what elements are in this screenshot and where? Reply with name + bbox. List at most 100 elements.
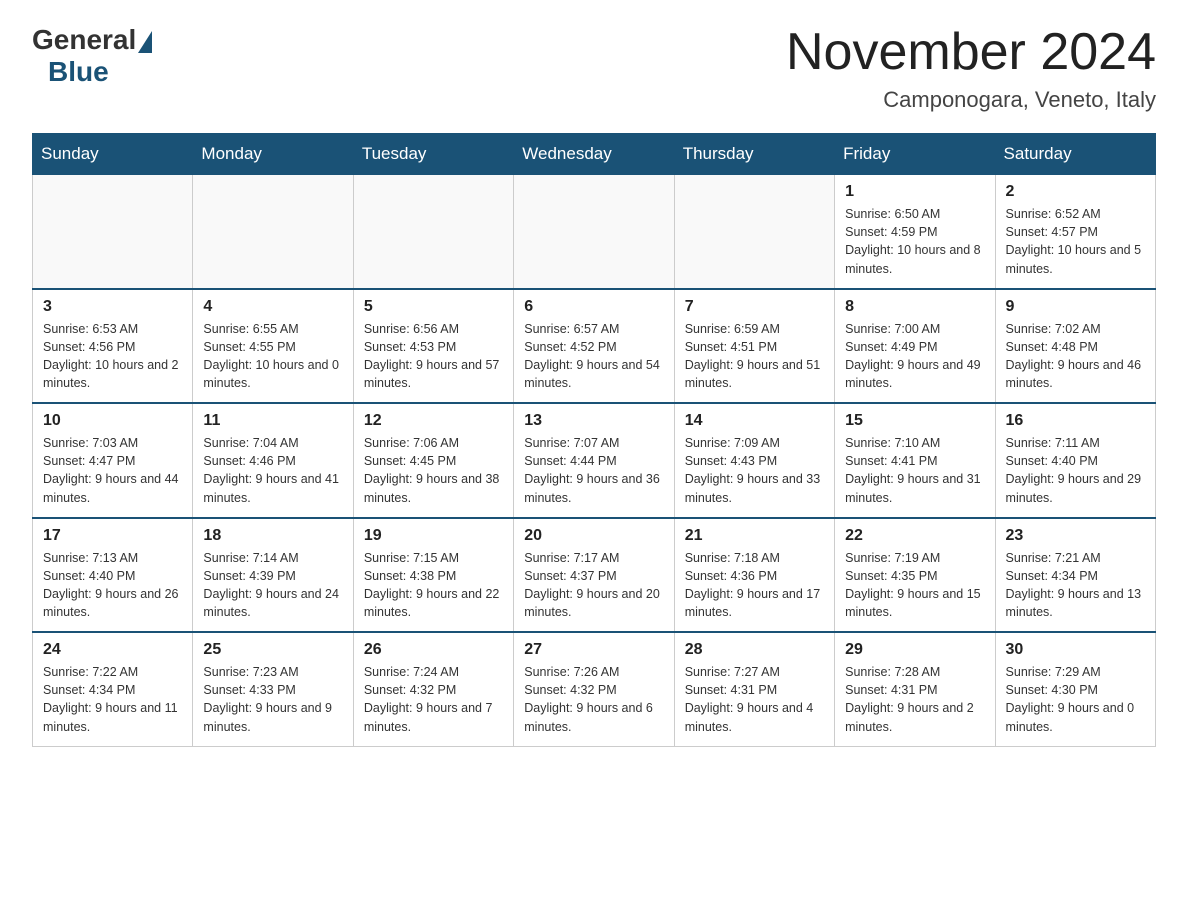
logo-triangle-icon <box>138 31 152 53</box>
calendar-cell: 22 Sunrise: 7:19 AMSunset: 4:35 PMDayligh… <box>835 518 995 633</box>
day-number: 30 <box>1006 641 1145 659</box>
logo-general-text: General <box>32 24 136 56</box>
calendar-cell: 16Sunrise: 7:11 AMSunset: 4:40 PMDayligh… <box>995 403 1155 518</box>
calendar-cell: 28 Sunrise: 7:27 AMSunset: 4:31 PMDayligh… <box>674 632 834 746</box>
day-number: 22 <box>845 527 984 545</box>
calendar-cell: 24 Sunrise: 7:22 AMSunset: 4:34 PMDayligh… <box>33 632 193 746</box>
calendar-cell: 23Sunrise: 7:21 AMSunset: 4:34 PMDayligh… <box>995 518 1155 633</box>
calendar-cell <box>193 175 353 289</box>
day-number: 27 <box>524 641 663 659</box>
sun-info: Sunrise: 7:17 AMSunset: 4:37 PMDaylight:… <box>524 549 663 622</box>
sun-info: Sunrise: 6:59 AMSunset: 4:51 PMDaylight:… <box>685 320 824 393</box>
sun-info: Sunrise: 7:27 AMSunset: 4:31 PMDaylight:… <box>685 663 824 736</box>
weekday-header-sunday: Sunday <box>33 134 193 175</box>
calendar-cell: 17 Sunrise: 7:13 AMSunset: 4:40 PMDayligh… <box>33 518 193 633</box>
page-header: General Blue November 2024 Camponogara, … <box>32 24 1156 113</box>
sun-info: Sunrise: 7:14 AMSunset: 4:39 PMDaylight:… <box>203 549 342 622</box>
sun-info: Sunrise: 7:13 AMSunset: 4:40 PMDaylight:… <box>43 549 182 622</box>
calendar-week-3: 10 Sunrise: 7:03 AMSunset: 4:47 PMDayligh… <box>33 403 1156 518</box>
day-number: 4 <box>203 298 342 316</box>
day-number: 28 <box>685 641 824 659</box>
weekday-header-saturday: Saturday <box>995 134 1155 175</box>
day-number: 15 <box>845 412 984 430</box>
calendar-cell: 2 Sunrise: 6:52 AMSunset: 4:57 PMDaylight… <box>995 175 1155 289</box>
day-number: 23 <box>1006 527 1145 545</box>
calendar-cell: 8 Sunrise: 7:00 AMSunset: 4:49 PMDaylight… <box>835 289 995 404</box>
calendar-cell: 6 Sunrise: 6:57 AMSunset: 4:52 PMDaylight… <box>514 289 674 404</box>
day-number: 8 <box>845 298 984 316</box>
day-number: 19 <box>364 527 503 545</box>
day-number: 25 <box>203 641 342 659</box>
day-number: 5 <box>364 298 503 316</box>
calendar-cell <box>514 175 674 289</box>
sun-info: Sunrise: 6:52 AMSunset: 4:57 PMDaylight:… <box>1006 205 1145 278</box>
sun-info: Sunrise: 7:22 AMSunset: 4:34 PMDaylight:… <box>43 663 182 736</box>
calendar-cell: 19 Sunrise: 7:15 AMSunset: 4:38 PMDayligh… <box>353 518 513 633</box>
sun-info: Sunrise: 7:26 AMSunset: 4:32 PMDaylight:… <box>524 663 663 736</box>
calendar-cell: 3 Sunrise: 6:53 AMSunset: 4:56 PMDaylight… <box>33 289 193 404</box>
day-number: 26 <box>364 641 503 659</box>
weekday-header-row: SundayMondayTuesdayWednesdayThursdayFrid… <box>33 134 1156 175</box>
day-number: 7 <box>685 298 824 316</box>
sun-info: Sunrise: 6:53 AMSunset: 4:56 PMDaylight:… <box>43 320 182 393</box>
calendar-cell: 4 Sunrise: 6:55 AMSunset: 4:55 PMDaylight… <box>193 289 353 404</box>
day-number: 10 <box>43 412 182 430</box>
weekday-header-tuesday: Tuesday <box>353 134 513 175</box>
sun-info: Sunrise: 7:28 AMSunset: 4:31 PMDaylight:… <box>845 663 984 736</box>
calendar-cell: 30 Sunrise: 7:29 AMSunset: 4:30 PMDayligh… <box>995 632 1155 746</box>
sun-info: Sunrise: 7:24 AMSunset: 4:32 PMDaylight:… <box>364 663 503 736</box>
calendar-cell: 5Sunrise: 6:56 AMSunset: 4:53 PMDaylight… <box>353 289 513 404</box>
sun-info: Sunrise: 7:15 AMSunset: 4:38 PMDaylight:… <box>364 549 503 622</box>
day-number: 1 <box>845 183 984 201</box>
weekday-header-monday: Monday <box>193 134 353 175</box>
month-year-title: November 2024 <box>786 24 1156 81</box>
calendar-week-2: 3 Sunrise: 6:53 AMSunset: 4:56 PMDaylight… <box>33 289 1156 404</box>
calendar-cell: 26 Sunrise: 7:24 AMSunset: 4:32 PMDayligh… <box>353 632 513 746</box>
calendar-cell: 1 Sunrise: 6:50 AMSunset: 4:59 PMDaylight… <box>835 175 995 289</box>
sun-info: Sunrise: 6:55 AMSunset: 4:55 PMDaylight:… <box>203 320 342 393</box>
calendar-cell: 29 Sunrise: 7:28 AMSunset: 4:31 PMDayligh… <box>835 632 995 746</box>
sun-info: Sunrise: 7:29 AMSunset: 4:30 PMDaylight:… <box>1006 663 1145 736</box>
calendar-cell: 12Sunrise: 7:06 AMSunset: 4:45 PMDayligh… <box>353 403 513 518</box>
sun-info: Sunrise: 7:19 AMSunset: 4:35 PMDaylight:… <box>845 549 984 622</box>
day-number: 2 <box>1006 183 1145 201</box>
sun-info: Sunrise: 7:18 AMSunset: 4:36 PMDaylight:… <box>685 549 824 622</box>
sun-info: Sunrise: 7:09 AMSunset: 4:43 PMDaylight:… <box>685 434 824 507</box>
sun-info: Sunrise: 7:23 AMSunset: 4:33 PMDaylight:… <box>203 663 342 736</box>
weekday-header-thursday: Thursday <box>674 134 834 175</box>
sun-info: Sunrise: 7:07 AMSunset: 4:44 PMDaylight:… <box>524 434 663 507</box>
sun-info: Sunrise: 6:50 AMSunset: 4:59 PMDaylight:… <box>845 205 984 278</box>
location-subtitle: Camponogara, Veneto, Italy <box>786 87 1156 113</box>
day-number: 9 <box>1006 298 1145 316</box>
calendar-cell: 21 Sunrise: 7:18 AMSunset: 4:36 PMDayligh… <box>674 518 834 633</box>
day-number: 18 <box>203 527 342 545</box>
calendar-cell: 15Sunrise: 7:10 AMSunset: 4:41 PMDayligh… <box>835 403 995 518</box>
day-number: 17 <box>43 527 182 545</box>
day-number: 29 <box>845 641 984 659</box>
logo-blue-text: Blue <box>48 56 109 88</box>
day-number: 16 <box>1006 412 1145 430</box>
day-number: 3 <box>43 298 182 316</box>
day-number: 24 <box>43 641 182 659</box>
logo: General Blue <box>32 24 152 88</box>
calendar-cell: 9Sunrise: 7:02 AMSunset: 4:48 PMDaylight… <box>995 289 1155 404</box>
calendar-cell <box>353 175 513 289</box>
calendar-cell: 10 Sunrise: 7:03 AMSunset: 4:47 PMDayligh… <box>33 403 193 518</box>
calendar-cell: 27 Sunrise: 7:26 AMSunset: 4:32 PMDayligh… <box>514 632 674 746</box>
day-number: 21 <box>685 527 824 545</box>
sun-info: Sunrise: 7:00 AMSunset: 4:49 PMDaylight:… <box>845 320 984 393</box>
calendar-cell: 14Sunrise: 7:09 AMSunset: 4:43 PMDayligh… <box>674 403 834 518</box>
sun-info: Sunrise: 7:03 AMSunset: 4:47 PMDaylight:… <box>43 434 182 507</box>
day-number: 13 <box>524 412 663 430</box>
day-number: 11 <box>203 412 342 430</box>
sun-info: Sunrise: 6:57 AMSunset: 4:52 PMDaylight:… <box>524 320 663 393</box>
day-number: 6 <box>524 298 663 316</box>
calendar-cell: 7 Sunrise: 6:59 AMSunset: 4:51 PMDaylight… <box>674 289 834 404</box>
calendar-cell: 18 Sunrise: 7:14 AMSunset: 4:39 PMDayligh… <box>193 518 353 633</box>
calendar-cell: 25 Sunrise: 7:23 AMSunset: 4:33 PMDayligh… <box>193 632 353 746</box>
day-number: 20 <box>524 527 663 545</box>
weekday-header-wednesday: Wednesday <box>514 134 674 175</box>
calendar-cell: 20 Sunrise: 7:17 AMSunset: 4:37 PMDayligh… <box>514 518 674 633</box>
calendar-week-1: 1 Sunrise: 6:50 AMSunset: 4:59 PMDaylight… <box>33 175 1156 289</box>
title-block: November 2024 Camponogara, Veneto, Italy <box>786 24 1156 113</box>
